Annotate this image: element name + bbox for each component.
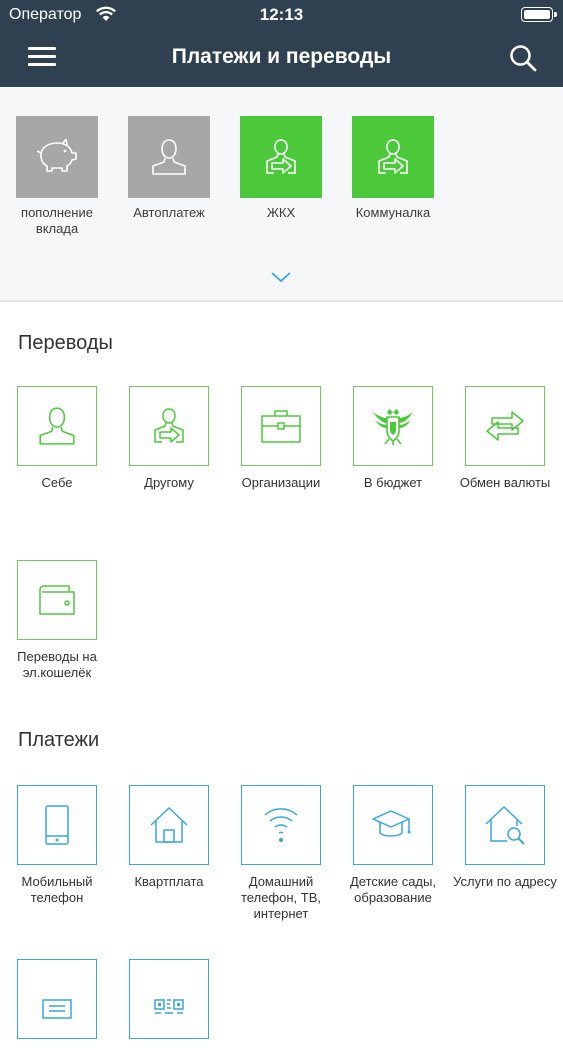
transfer-label: Себе bbox=[41, 475, 73, 490]
payment-tile bbox=[129, 785, 209, 865]
payment-qr-code[interactable] bbox=[117, 959, 221, 1048]
qr-code-icon bbox=[154, 999, 184, 1014]
payment-label: Услуги по адресу bbox=[453, 874, 557, 889]
currency-exchange[interactable]: Обмен валюты bbox=[453, 386, 557, 491]
eagle-emblem-icon bbox=[373, 409, 413, 445]
favorite-autopay[interactable]: Автоплатеж bbox=[119, 116, 219, 221]
status-bar: Оператор 12:13 bbox=[0, 0, 563, 30]
battery-icon bbox=[521, 7, 557, 22]
favorite-deposit-topup[interactable]: пополнение вклада bbox=[7, 116, 107, 237]
payment-tile bbox=[241, 785, 321, 865]
transfer-label: Организации bbox=[241, 475, 321, 490]
payments-section-title: Платежи bbox=[18, 729, 100, 751]
payment-mobile-phone[interactable]: Мобильный телефон bbox=[5, 785, 109, 906]
transfer-to-budget[interactable]: В бюджет bbox=[341, 386, 445, 491]
favorite-tile bbox=[352, 116, 434, 198]
transfer-label: Переводы на эл.кошелёк bbox=[17, 649, 97, 680]
page-title: Платежи и переводы bbox=[171, 45, 392, 68]
transfer-to-organization[interactable]: Организации bbox=[229, 386, 333, 491]
transfer-label: Обмен валюты bbox=[459, 475, 551, 490]
favorite-tile bbox=[16, 116, 98, 198]
transfer-tile bbox=[17, 560, 97, 640]
favorites-panel: пополнение вклада Автоплатеж ЖКХ Коммуна… bbox=[0, 87, 563, 302]
favorite-housing-utilities[interactable]: ЖКХ bbox=[231, 116, 331, 221]
payment-kindergarten-education[interactable]: Детские сады, образование bbox=[341, 785, 445, 906]
transfer-tile bbox=[465, 386, 545, 466]
briefcase-icon bbox=[261, 410, 301, 443]
person-transfer-icon bbox=[378, 139, 408, 174]
transfer-tile bbox=[241, 386, 321, 466]
document-icon bbox=[42, 999, 72, 1019]
payment-tile bbox=[465, 785, 545, 865]
payment-label: Квартплата bbox=[134, 874, 204, 889]
person-icon bbox=[39, 407, 75, 445]
person-transfer-icon bbox=[266, 139, 296, 174]
transfer-to-other[interactable]: Другому bbox=[117, 386, 221, 491]
person-icon bbox=[152, 139, 186, 175]
payment-tile bbox=[17, 959, 97, 1039]
transfer-tile bbox=[17, 386, 97, 466]
graduation-cap-icon bbox=[372, 810, 411, 837]
house-icon bbox=[150, 806, 188, 843]
clock: 12:13 bbox=[259, 5, 304, 24]
payment-home-phone-tv-internet[interactable]: Домашний телефон, ТВ, интернет bbox=[229, 785, 333, 922]
favorite-utilities[interactable]: Коммуналка bbox=[343, 116, 443, 221]
payment-document[interactable] bbox=[5, 959, 109, 1048]
payment-tile bbox=[17, 785, 97, 865]
house-search-icon bbox=[485, 805, 525, 845]
wifi-icon bbox=[264, 808, 298, 842]
payment-rent[interactable]: Квартплата bbox=[117, 785, 221, 890]
payment-label: Мобильный телефон bbox=[21, 874, 93, 905]
payment-tile bbox=[353, 785, 433, 865]
transfers-section-title: Переводы bbox=[18, 332, 113, 354]
favorite-label: Коммуналка bbox=[355, 205, 431, 220]
person-transfer-icon bbox=[154, 408, 184, 443]
wallet-icon bbox=[39, 585, 75, 615]
nav-bar: Платежи и переводы bbox=[0, 30, 563, 87]
payment-label: Детские сады, образование bbox=[350, 874, 436, 905]
favorite-tile bbox=[240, 116, 322, 198]
payment-services-by-address[interactable]: Услуги по адресу bbox=[453, 785, 557, 890]
exchange-arrows-icon bbox=[486, 411, 524, 441]
transfer-tile bbox=[129, 386, 209, 466]
favorite-label: ЖКХ bbox=[266, 205, 296, 220]
transfer-to-self[interactable]: Себе bbox=[5, 386, 109, 491]
search-icon[interactable] bbox=[509, 44, 537, 77]
favorite-label: пополнение вклада bbox=[21, 205, 93, 236]
chevron-down-icon[interactable] bbox=[270, 270, 292, 288]
payment-label: Домашний телефон, ТВ, интернет bbox=[241, 874, 321, 921]
transfer-label: В бюджет bbox=[363, 475, 423, 490]
transfer-tile bbox=[353, 386, 433, 466]
mobile-phone-icon bbox=[45, 805, 69, 845]
favorite-label: Автоплатеж bbox=[133, 205, 205, 220]
transfer-to-ewallet[interactable]: Переводы на эл.кошелёк bbox=[5, 560, 109, 681]
favorite-tile bbox=[128, 116, 210, 198]
piggy-bank-icon bbox=[36, 139, 77, 172]
payment-tile bbox=[129, 959, 209, 1039]
transfer-label: Другому bbox=[144, 475, 194, 490]
